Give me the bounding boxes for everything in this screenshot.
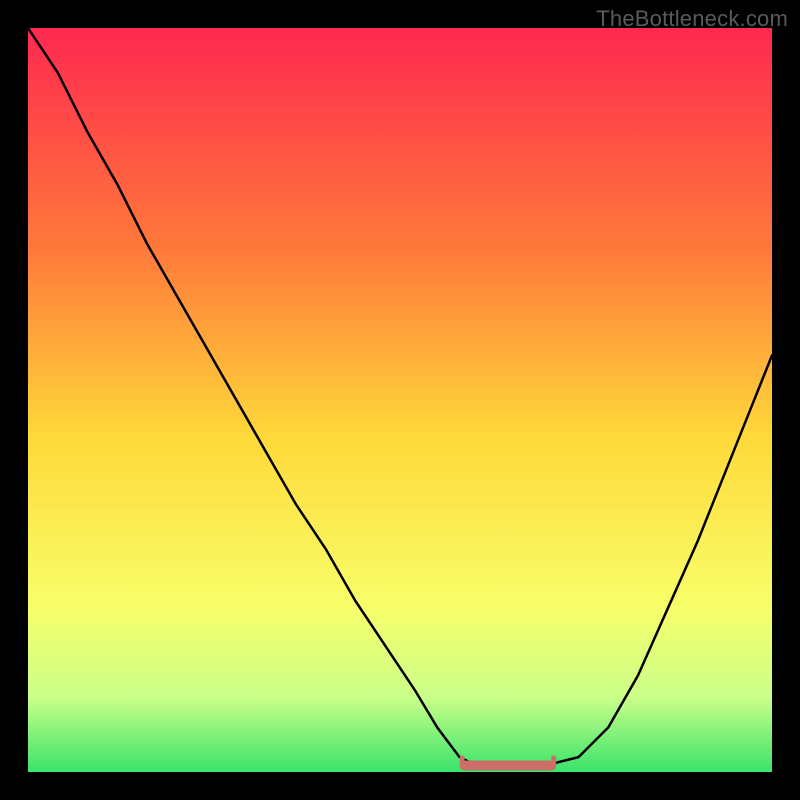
chart-frame: TheBottleneck.com (0, 0, 800, 800)
watermark-text: TheBottleneck.com (596, 6, 788, 32)
gradient-background (28, 28, 772, 772)
chart-svg (28, 28, 772, 772)
plot-area (28, 28, 772, 772)
